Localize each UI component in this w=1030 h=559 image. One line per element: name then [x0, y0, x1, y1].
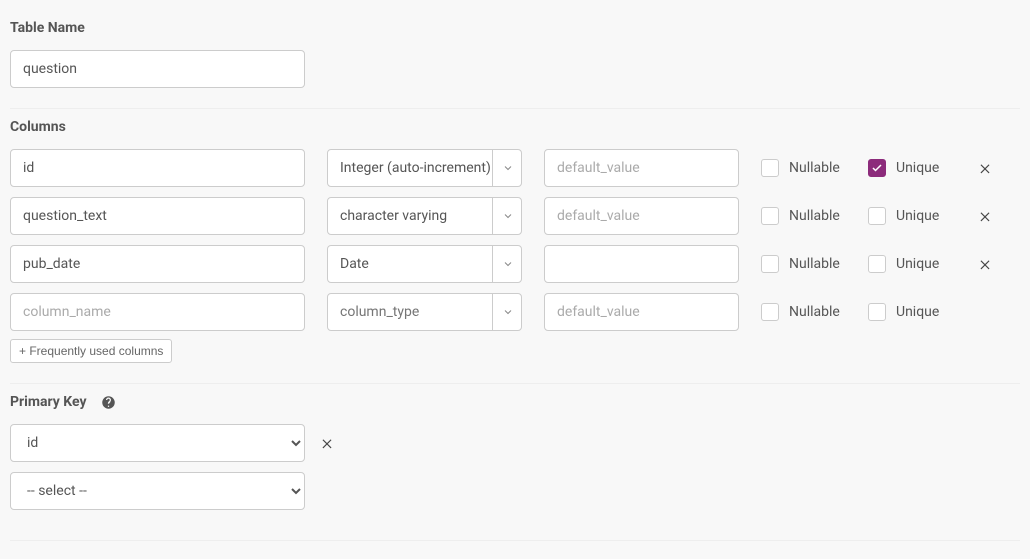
column-default-input[interactable] [544, 293, 739, 331]
unique-label: Unique [896, 208, 939, 224]
unique-checkbox[interactable] [868, 207, 886, 225]
column-name-input[interactable] [10, 197, 305, 235]
primary-key-label-text: Primary Key [10, 394, 87, 410]
nullable-label: Nullable [789, 160, 840, 176]
primary-key-select[interactable]: -- select -- [10, 472, 305, 510]
column-type-select[interactable] [327, 245, 522, 283]
chevron-down-icon[interactable] [492, 197, 522, 235]
unique-group: Unique [868, 255, 953, 273]
help-icon[interactable] [101, 394, 117, 410]
primary-key-row: -- select -- [10, 472, 1020, 510]
chevron-down-icon[interactable] [492, 149, 522, 187]
nullable-label: Nullable [789, 208, 840, 224]
unique-checkbox[interactable] [868, 159, 886, 177]
table-name-label: Table Name [10, 20, 1020, 36]
close-icon[interactable] [317, 436, 337, 450]
column-name-input[interactable] [10, 293, 305, 331]
column-type-select[interactable] [327, 197, 522, 235]
column-default-input[interactable] [544, 197, 739, 235]
columns-list: Nullable Unique Nullable Unique Nullable Uniq… [10, 149, 1020, 331]
columns-section: Columns NullableUniqueNullableUniqueNull… [10, 109, 1020, 384]
primary-key-list: id -- select -- [10, 424, 1020, 510]
nullable-group: Nullable [761, 207, 846, 225]
unique-label: Unique [896, 256, 939, 272]
nullable-group: Nullable [761, 159, 846, 177]
chevron-down-icon[interactable] [492, 293, 522, 331]
nullable-checkbox[interactable] [761, 207, 779, 225]
table-name-section: Table Name [10, 10, 1020, 109]
primary-key-row: id [10, 424, 1020, 462]
unique-group: Unique [868, 207, 953, 225]
column-row: Nullable Unique [10, 293, 1020, 331]
close-icon[interactable] [975, 161, 995, 175]
unique-checkbox[interactable] [868, 303, 886, 321]
column-row: Nullable Unique [10, 245, 1020, 283]
table-name-input[interactable] [10, 50, 305, 88]
nullable-checkbox[interactable] [761, 159, 779, 177]
frequently-used-columns-button[interactable]: + Frequently used columns [10, 339, 172, 363]
nullable-group: Nullable [761, 255, 846, 273]
column-name-input[interactable] [10, 245, 305, 283]
column-row: Nullable Unique [10, 197, 1020, 235]
nullable-checkbox[interactable] [761, 303, 779, 321]
unique-label: Unique [896, 160, 939, 176]
columns-label: Columns [10, 119, 1020, 135]
nullable-checkbox[interactable] [761, 255, 779, 273]
column-type-select[interactable] [327, 293, 522, 331]
column-default-input[interactable] [544, 149, 739, 187]
column-default-input[interactable] [544, 245, 739, 283]
nullable-group: Nullable [761, 303, 846, 321]
unique-checkbox[interactable] [868, 255, 886, 273]
chevron-down-icon[interactable] [492, 245, 522, 283]
column-name-input[interactable] [10, 149, 305, 187]
unique-group: Unique [868, 159, 953, 177]
close-icon[interactable] [975, 257, 995, 271]
column-row: Nullable Unique [10, 149, 1020, 187]
primary-key-section: Primary Key id -- select -- [10, 384, 1020, 541]
unique-group: Unique [868, 303, 953, 321]
unique-label: Unique [896, 304, 939, 320]
close-icon[interactable] [975, 209, 995, 223]
nullable-label: Nullable [789, 256, 840, 272]
primary-key-select[interactable]: id [10, 424, 305, 462]
column-type-select[interactable] [327, 149, 522, 187]
primary-key-label: Primary Key [10, 394, 1020, 410]
nullable-label: Nullable [789, 304, 840, 320]
